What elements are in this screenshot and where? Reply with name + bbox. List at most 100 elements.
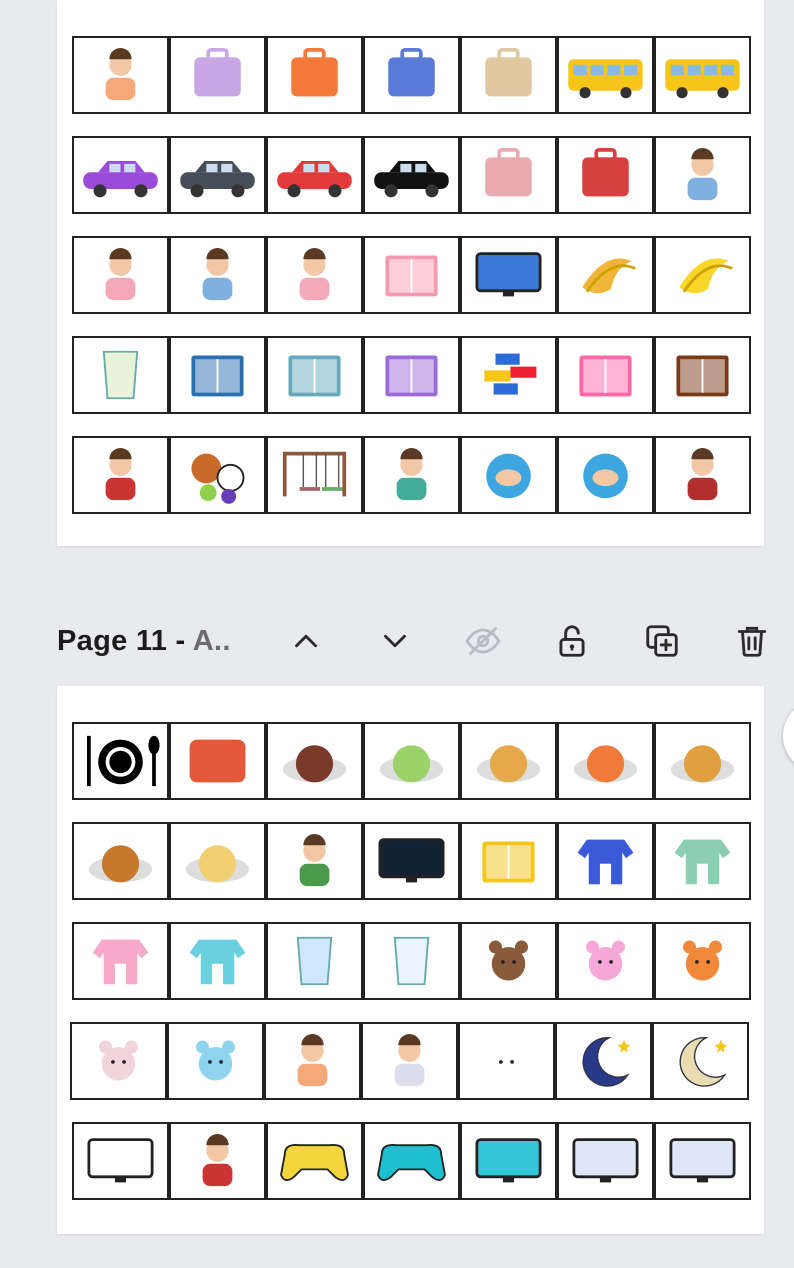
girl-studying-icon xyxy=(299,248,330,301)
baby-in-bed-icon xyxy=(394,1034,425,1087)
laptop-card[interactable] xyxy=(462,238,555,312)
boy-writing-card[interactable] xyxy=(656,138,749,212)
sports-balls-icon xyxy=(191,453,245,504)
kids-gaming-card[interactable] xyxy=(171,1124,264,1198)
building-blocks-card[interactable] xyxy=(462,338,555,412)
friends-playing-card[interactable] xyxy=(365,438,458,512)
full-moon-card[interactable] xyxy=(654,1024,747,1098)
move-up-icon xyxy=(295,634,317,648)
puzzle-pieces-card[interactable] xyxy=(365,338,458,412)
handheld-console-icon xyxy=(377,1143,446,1181)
tv-screen-card[interactable] xyxy=(74,1124,167,1198)
move-page-down-button[interactable] xyxy=(370,612,420,670)
glass-of-milk-card[interactable] xyxy=(365,924,458,998)
building-blocks-icon xyxy=(484,353,537,395)
soap-bubble-card[interactable] xyxy=(462,438,555,512)
game-controller-card[interactable] xyxy=(268,1124,361,1198)
red-car-card[interactable] xyxy=(268,138,361,212)
lunchbox-blue-card[interactable] xyxy=(365,38,458,112)
picture-card-row xyxy=(72,336,751,414)
school-bus-with-kids-card[interactable] xyxy=(656,38,749,112)
spaghetti-plate-card[interactable] xyxy=(559,724,652,798)
chicken-nuggets-card[interactable] xyxy=(656,724,749,798)
classroom-group-card[interactable] xyxy=(656,438,749,512)
cut-fruit-card[interactable] xyxy=(559,238,652,312)
boy-with-book-card[interactable] xyxy=(171,238,264,312)
lunchbox-orange-card[interactable] xyxy=(268,38,361,112)
sports-balls-card[interactable] xyxy=(171,438,264,512)
night-moon-card[interactable] xyxy=(557,1024,650,1098)
notebooks-card[interactable] xyxy=(365,238,458,312)
board-game-card[interactable] xyxy=(656,338,749,412)
phone-app-card[interactable] xyxy=(559,1124,652,1198)
bananas-card[interactable] xyxy=(656,238,749,312)
baby-in-bed-card[interactable] xyxy=(363,1024,456,1098)
school-bus-card[interactable] xyxy=(559,38,652,112)
green-pajamas-card[interactable] xyxy=(656,824,749,898)
sleepy-star-icon xyxy=(195,1040,236,1081)
move-page-up-button[interactable] xyxy=(281,612,331,670)
girl-studying-card[interactable] xyxy=(268,238,361,312)
girl-reading-card[interactable] xyxy=(74,238,167,312)
bunny-plush-card[interactable] xyxy=(559,924,652,998)
washing-hands-card[interactable] xyxy=(559,438,652,512)
child-sleeping-card[interactable] xyxy=(266,1024,359,1098)
lock-page-button[interactable] xyxy=(547,612,597,670)
swing-set-card[interactable] xyxy=(268,438,361,512)
page-title[interactable]: Page 11 - A.. xyxy=(57,625,231,658)
dark-suv-card[interactable] xyxy=(171,138,264,212)
headphones-card[interactable] xyxy=(656,1124,749,1198)
dinner-table-icon xyxy=(189,739,246,783)
grilled-sandwich-card[interactable] xyxy=(171,824,264,898)
move-down-icon xyxy=(384,634,406,648)
pizza-icon xyxy=(476,745,541,783)
open-book-icon xyxy=(288,355,341,397)
black-van-card[interactable] xyxy=(365,138,458,212)
page-title-name: A.. xyxy=(185,624,231,657)
doll-card[interactable] xyxy=(656,924,749,998)
night-window-card[interactable] xyxy=(365,824,458,898)
sleepy-star-card[interactable] xyxy=(169,1024,262,1098)
lunchbox-purple-card[interactable] xyxy=(171,38,264,112)
pizza-card[interactable] xyxy=(462,724,555,798)
child-in-bed-card[interactable] xyxy=(74,38,167,112)
side-panel-handle[interactable] xyxy=(783,700,794,772)
duplicate-page-button[interactable] xyxy=(637,612,687,670)
dinner-table-card[interactable] xyxy=(171,724,264,798)
tablet-icon xyxy=(475,1138,542,1183)
snack-pouches-card[interactable] xyxy=(171,338,264,412)
noodle-bowl-card[interactable] xyxy=(365,724,458,798)
sleepy-cloud-card[interactable] xyxy=(72,1024,165,1098)
bananas-icon xyxy=(679,258,733,294)
yogurt-cup-card[interactable] xyxy=(74,338,167,412)
moon-and-stars-card[interactable] xyxy=(460,1024,553,1098)
phone-app-icon xyxy=(572,1138,639,1183)
red-backpack-card[interactable] xyxy=(559,138,652,212)
full-moon-icon xyxy=(679,1037,728,1087)
blue-pajamas-card[interactable] xyxy=(559,824,652,898)
family-reading-card[interactable] xyxy=(268,824,361,898)
game-controller-icon xyxy=(280,1143,349,1181)
teddy-bear-icon xyxy=(488,940,529,981)
black-van-icon xyxy=(374,161,449,198)
plate-fork-spoon-card[interactable] xyxy=(74,724,167,798)
meal-tray-card[interactable] xyxy=(268,724,361,798)
handheld-console-card[interactable] xyxy=(365,1124,458,1198)
delete-page-button[interactable] xyxy=(727,612,777,670)
paper-bag-card[interactable] xyxy=(462,38,555,112)
storybook-card[interactable] xyxy=(462,824,555,898)
snack-pouches-icon xyxy=(191,355,244,397)
teddy-bear-card[interactable] xyxy=(462,924,555,998)
pink-backpack-card[interactable] xyxy=(462,138,555,212)
painting-palette-card[interactable] xyxy=(559,338,652,412)
purple-car-card[interactable] xyxy=(74,138,167,212)
open-book-card[interactable] xyxy=(268,338,361,412)
kids-on-bikes-card[interactable] xyxy=(74,438,167,512)
hamburger-card[interactable] xyxy=(74,824,167,898)
tablet-card[interactable] xyxy=(462,1124,555,1198)
puzzle-pieces-icon xyxy=(385,355,438,397)
teal-pajamas-card[interactable] xyxy=(171,924,264,998)
pink-pajamas-card[interactable] xyxy=(74,924,167,998)
glass-of-water-card[interactable] xyxy=(268,924,361,998)
hide-page-button[interactable] xyxy=(458,612,508,670)
